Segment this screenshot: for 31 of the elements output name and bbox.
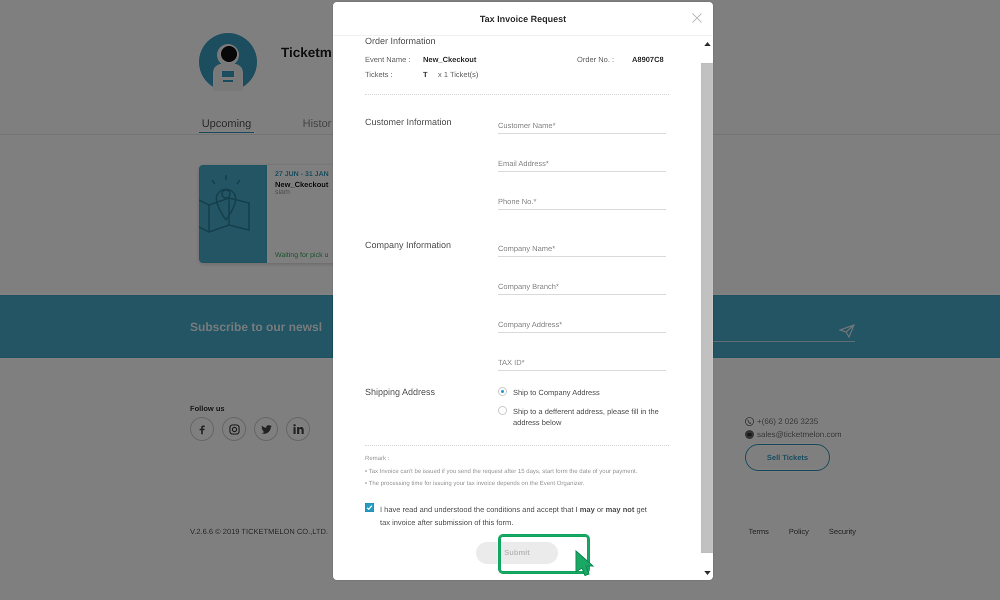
facebook-icon (198, 424, 206, 434)
scroll-down-icon[interactable] (704, 571, 710, 575)
linkedin-link[interactable] (286, 417, 310, 441)
linkedin-icon (292, 424, 304, 434)
tab[interactable]: Upcoming (199, 115, 254, 133)
instagram-link[interactable] (222, 417, 246, 441)
section-heading: Order Information (365, 36, 437, 46)
cursor-icon (575, 550, 595, 576)
checkbox[interactable] (365, 502, 374, 512)
twitter-link[interactable] (254, 417, 278, 441)
instagram-icon (228, 424, 240, 434)
astronaut-avatar-icon (199, 33, 257, 91)
phone-number: +(66) 2 026 3235 (757, 417, 818, 426)
email-address: sales@ticketmelon.com (757, 430, 842, 439)
dialog-title: Tax Invoice Request (480, 14, 566, 24)
scroll-up-icon[interactable] (704, 42, 710, 46)
tab[interactable]: Histor (276, 115, 358, 133)
email-icon (745, 430, 754, 439)
newsletter-heading: Subscribe to our newsl (190, 320, 322, 334)
facebook-link[interactable] (190, 417, 214, 441)
section-heading: Customer Information (365, 117, 453, 129)
close-icon (692, 13, 702, 23)
radio-button[interactable] (498, 406, 507, 415)
section-heading: Shipping Address (365, 387, 436, 399)
radio-button[interactable] (498, 387, 507, 396)
section-heading: Company Information (365, 240, 452, 252)
phone-icon (745, 417, 754, 426)
send-icon[interactable] (839, 324, 855, 338)
close-button[interactable] (692, 13, 702, 23)
twitter-icon (260, 424, 272, 434)
profile-name: Ticketm (281, 45, 332, 60)
